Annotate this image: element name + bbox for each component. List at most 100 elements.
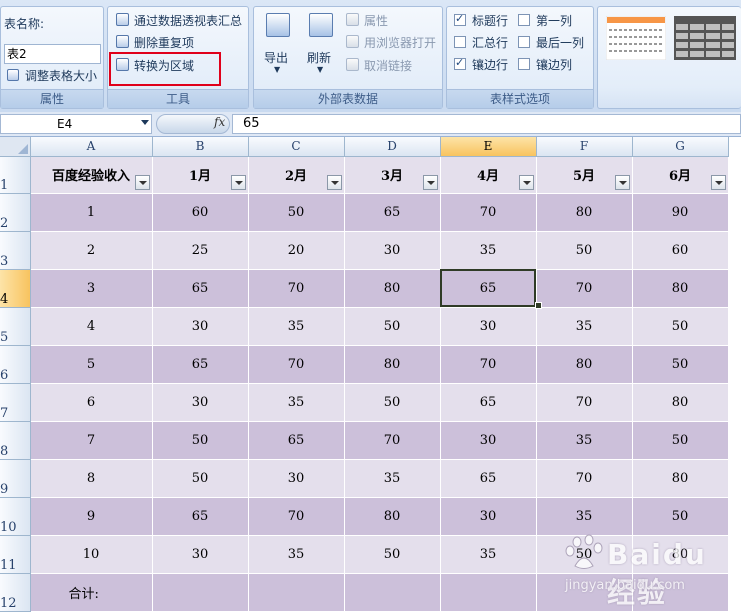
table-cell[interactable]: 5: [30, 345, 153, 384]
open-in-browser-button[interactable]: 用浏览器打开: [364, 34, 436, 51]
banded-rows-checkbox[interactable]: [454, 56, 466, 70]
table-cell[interactable]: 50: [344, 307, 441, 346]
table-cell[interactable]: 60: [632, 231, 729, 270]
table-cell[interactable]: 50: [632, 421, 729, 460]
table-cell[interactable]: 80: [344, 269, 441, 308]
table-cell[interactable]: 70: [344, 421, 441, 460]
table-cell[interactable]: 9: [30, 497, 153, 536]
resize-table-button[interactable]: 调整表格大小: [25, 67, 97, 84]
table-cell[interactable]: 30: [152, 383, 249, 422]
filter-dropdown-icon[interactable]: [518, 174, 534, 190]
table-cell[interactable]: 6: [30, 383, 153, 422]
table-header-cell[interactable]: 5月: [536, 156, 633, 194]
column-header-e[interactable]: E: [440, 137, 537, 157]
table-cell[interactable]: 60: [152, 193, 249, 232]
table-cell[interactable]: 50: [536, 231, 633, 270]
table-cell[interactable]: 80: [632, 459, 729, 498]
name-box-dropdown-icon[interactable]: [141, 120, 149, 125]
table-cell[interactable]: 35: [248, 535, 345, 574]
table-cell[interactable]: 50: [152, 421, 249, 460]
table-cell[interactable]: 65: [152, 345, 249, 384]
table-cell[interactable]: 70: [248, 345, 345, 384]
table-cell[interactable]: 35: [440, 535, 537, 574]
table-cell[interactable]: 80: [632, 383, 729, 422]
table-header-cell[interactable]: 百度经验收入: [30, 156, 153, 194]
table-cell[interactable]: 35: [248, 383, 345, 422]
table-cell[interactable]: 70: [440, 345, 537, 384]
table-cell[interactable]: 30: [440, 421, 537, 460]
table-style-gray-thumbnail[interactable]: [674, 16, 736, 60]
filter-dropdown-icon[interactable]: [614, 174, 630, 190]
filter-dropdown-icon[interactable]: [326, 174, 342, 190]
active-cell[interactable]: 65: [440, 269, 537, 308]
table-header-cell[interactable]: 4月: [440, 156, 537, 194]
table-cell[interactable]: 70: [248, 497, 345, 536]
table-cell[interactable]: 4: [30, 307, 153, 346]
table-cell[interactable]: 35: [248, 307, 345, 346]
row-header-2[interactable]: 2: [0, 193, 31, 232]
filter-dropdown-icon[interactable]: [422, 174, 438, 190]
export-button[interactable]: 导出: [264, 49, 288, 66]
table-cell[interactable]: 30: [152, 535, 249, 574]
table-cell[interactable]: 65: [440, 459, 537, 498]
table-cell[interactable]: [440, 573, 537, 612]
first-column-checkbox[interactable]: [518, 14, 530, 26]
table-cell[interactable]: 65: [152, 497, 249, 536]
table-cell[interactable]: 65: [152, 269, 249, 308]
refresh-button[interactable]: 刷新: [307, 49, 331, 66]
table-header-cell[interactable]: 3月: [344, 156, 441, 194]
last-column-checkbox[interactable]: [518, 36, 530, 48]
row-header-8[interactable]: 8: [0, 421, 31, 460]
table-cell[interactable]: 35: [536, 421, 633, 460]
row-header-5[interactable]: 5: [0, 307, 31, 346]
filter-dropdown-icon[interactable]: [134, 174, 150, 190]
filter-dropdown-icon[interactable]: [710, 174, 726, 190]
table-cell[interactable]: 1: [30, 193, 153, 232]
table-header-cell[interactable]: 2月: [248, 156, 345, 194]
table-cell[interactable]: 80: [344, 345, 441, 384]
unlink-button[interactable]: 取消链接: [364, 57, 412, 74]
table-cell[interactable]: 70: [536, 383, 633, 422]
column-header-g[interactable]: G: [632, 137, 729, 157]
table-cell[interactable]: 7: [30, 421, 153, 460]
name-box[interactable]: E4: [0, 114, 152, 134]
table-cell[interactable]: 30: [248, 459, 345, 498]
table-cell[interactable]: 70: [440, 193, 537, 232]
row-header-3[interactable]: 3: [0, 231, 31, 270]
table-cell[interactable]: 35: [440, 231, 537, 270]
table-cell[interactable]: 90: [632, 193, 729, 232]
fill-handle[interactable]: [535, 302, 542, 309]
table-cell[interactable]: 20: [248, 231, 345, 270]
export-chevron-icon[interactable]: ▼: [274, 65, 280, 74]
banded-columns-checkbox[interactable]: [518, 58, 530, 70]
table-style-orange-thumbnail[interactable]: [606, 16, 666, 60]
row-header-4[interactable]: 4: [0, 269, 31, 308]
table-cell[interactable]: 80: [536, 345, 633, 384]
table-cell[interactable]: 30: [344, 231, 441, 270]
formula-input[interactable]: 65: [232, 114, 741, 134]
row-header-11[interactable]: 11: [0, 535, 31, 574]
select-all-corner[interactable]: [0, 137, 31, 157]
row-header-12[interactable]: 12: [0, 573, 31, 612]
filter-dropdown-icon[interactable]: [230, 174, 246, 190]
table-header-cell[interactable]: 6月: [632, 156, 729, 194]
table-cell[interactable]: [248, 573, 345, 612]
summarize-pivot-button[interactable]: 通过数据透视表汇总: [134, 12, 242, 29]
row-header-7[interactable]: 7: [0, 383, 31, 422]
table-cell[interactable]: [152, 573, 249, 612]
header-row-checkbox[interactable]: [454, 12, 466, 26]
total-row-checkbox[interactable]: [454, 36, 466, 48]
table-cell[interactable]: 30: [440, 307, 537, 346]
table-cell[interactable]: 30: [152, 307, 249, 346]
table-cell[interactable]: 35: [344, 459, 441, 498]
column-header-d[interactable]: D: [344, 137, 441, 157]
table-cell[interactable]: 65: [440, 383, 537, 422]
column-header-c[interactable]: C: [248, 137, 345, 157]
remove-duplicates-button[interactable]: 删除重复项: [134, 34, 194, 51]
table-cell[interactable]: 50: [248, 193, 345, 232]
table-cell[interactable]: 50: [632, 307, 729, 346]
external-properties-button[interactable]: 属性: [364, 12, 388, 29]
row-header-1[interactable]: 1: [0, 156, 31, 194]
table-header-cell[interactable]: 1月: [152, 156, 249, 194]
table-cell[interactable]: 10: [30, 535, 153, 574]
